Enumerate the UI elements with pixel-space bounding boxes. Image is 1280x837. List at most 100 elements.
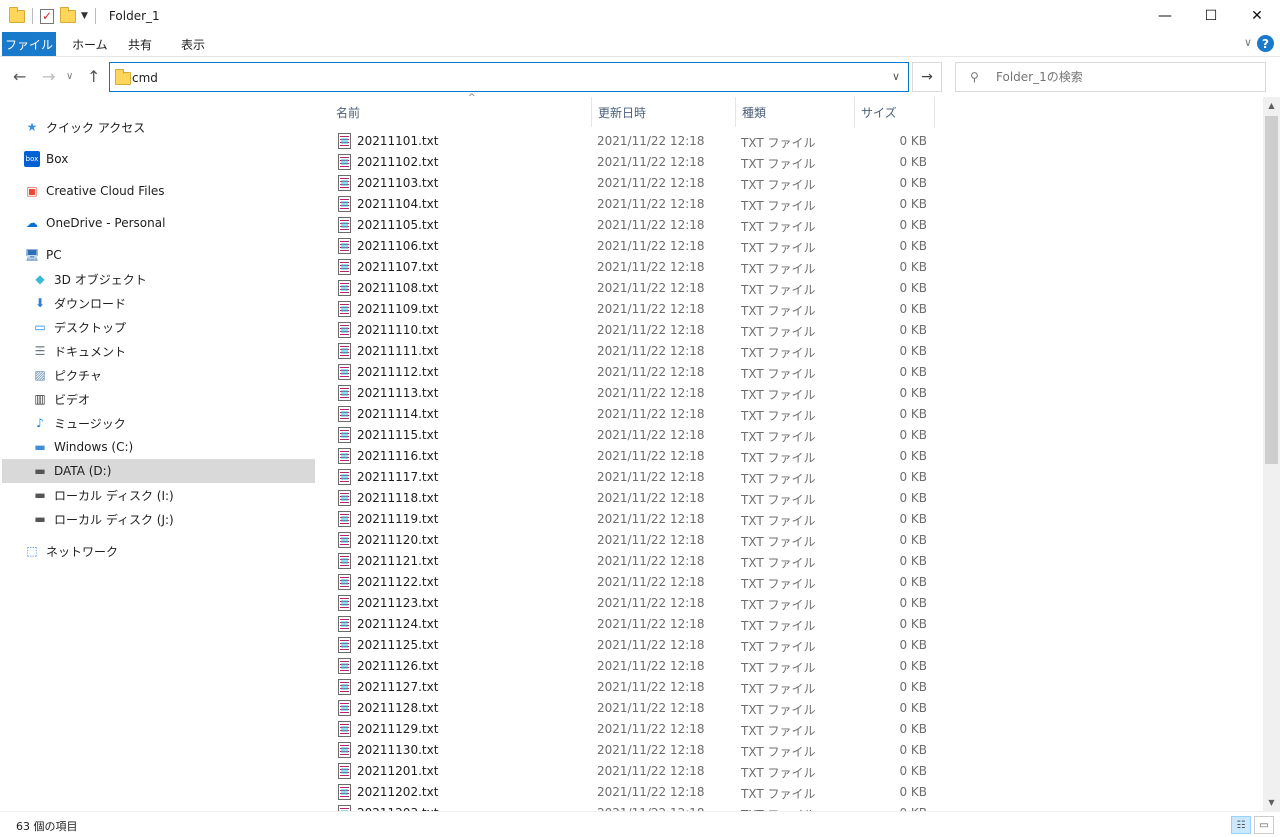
tab-home[interactable]: ホーム [72,32,108,56]
file-type: TXT ファイル [741,556,816,570]
file-row[interactable]: 20211114.txt 2021/11/22 12:18 TXT ファイル 0 KB [318,403,1263,424]
maximize-button[interactable]: ☐ [1188,0,1234,32]
file-row[interactable]: 20211109.txt 2021/11/22 12:18 TXT ファイル 0 KB [318,298,1263,319]
column-header-size[interactable]: サイズ [855,97,935,127]
forward-arrow-icon[interactable]: → [42,67,55,86]
vertical-scrollbar[interactable]: ▲ ▼ [1263,97,1280,811]
details-view-icon[interactable]: ☷ [1231,816,1251,834]
search-box[interactable]: ⚲ [955,62,1266,92]
file-name: 20211123.txt [357,596,439,610]
file-row[interactable]: 20211104.txt 2021/11/22 12:18 TXT ファイル 0 KB [318,193,1263,214]
file-row[interactable]: 20211108.txt 2021/11/22 12:18 TXT ファイル 0 KB [318,277,1263,298]
file-size: 0 KB [899,323,927,337]
column-header-date[interactable]: 更新日時 [592,97,736,127]
file-row[interactable]: 20211122.txt 2021/11/22 12:18 TXT ファイル 0 KB [318,571,1263,592]
file-row[interactable]: 20211202.txt 2021/11/22 12:18 TXT ファイル 0 KB [318,781,1263,802]
go-button[interactable]: → [912,62,942,92]
text-file-icon [338,217,351,233]
file-row[interactable]: 20211124.txt 2021/11/22 12:18 TXT ファイル 0 KB [318,613,1263,634]
tab-file[interactable]: ファイル [2,32,56,56]
file-row[interactable]: 20211105.txt 2021/11/22 12:18 TXT ファイル 0 KB [318,214,1263,235]
sidebar-item[interactable]: ☰ ドキュメント [2,339,315,363]
large-icons-view-icon[interactable]: ▭ [1254,816,1274,834]
file-name: 20211116.txt [357,449,439,463]
file-name-cell: 20211102.txt [338,154,438,170]
file-row[interactable]: 20211112.txt 2021/11/22 12:18 TXT ファイル 0 KB [318,361,1263,382]
file-row[interactable]: 20211127.txt 2021/11/22 12:18 TXT ファイル 0 KB [318,676,1263,697]
tab-share[interactable]: 共有 [128,32,152,56]
properties-check-icon[interactable]: ✓ [40,8,54,24]
up-arrow-icon[interactable]: ↑ [87,67,100,86]
new-folder-icon[interactable] [60,6,76,23]
column-header-name[interactable]: 名前 ^ [330,93,592,127]
recent-locations-chevron-icon[interactable]: ∨ [66,71,73,82]
sidebar-item[interactable]: ▬ DATA (D:) [2,459,315,483]
sidebar-item[interactable]: ⬇ ダウンロード [2,291,315,315]
file-name-cell: 20211124.txt [338,616,438,632]
expand-ribbon-chevron-icon[interactable]: ∨ [1244,36,1252,49]
file-type: TXT ファイル [741,157,816,171]
file-row[interactable]: 20211201.txt 2021/11/22 12:18 TXT ファイル 0 KB [318,760,1263,781]
file-row[interactable]: 20211115.txt 2021/11/22 12:18 TXT ファイル 0 KB [318,424,1263,445]
customize-toolbar-dropdown-icon[interactable]: ▼ [81,11,88,21]
file-row[interactable]: 20211118.txt 2021/11/22 12:18 TXT ファイル 0 KB [318,487,1263,508]
file-row[interactable]: 20211120.txt 2021/11/22 12:18 TXT ファイル 0 KB [318,529,1263,550]
column-header-type[interactable]: 種類 [736,97,855,127]
file-row[interactable]: 20211111.txt 2021/11/22 12:18 TXT ファイル 0 KB [318,340,1263,361]
search-input[interactable] [996,70,1256,84]
address-input[interactable] [132,69,872,87]
file-name-cell: 20211123.txt [338,595,438,611]
sidebar-item[interactable]: ▨ ピクチャ [2,363,315,387]
file-row[interactable]: 20211119.txt 2021/11/22 12:18 TXT ファイル 0 KB [318,508,1263,529]
file-row[interactable]: 20211101.txt 2021/11/22 12:18 TXT ファイル 0 KB [318,130,1263,151]
file-name-cell: 20211119.txt [338,511,438,527]
file-size: 0 KB [899,344,927,358]
file-row[interactable]: 20211125.txt 2021/11/22 12:18 TXT ファイル 0 KB [318,634,1263,655]
scroll-down-arrow-icon[interactable]: ▼ [1263,794,1280,811]
file-row[interactable]: 20211128.txt 2021/11/22 12:18 TXT ファイル 0 KB [318,697,1263,718]
file-size: 0 KB [899,638,927,652]
sidebar-item[interactable]: ▥ ビデオ [2,387,315,411]
file-row[interactable]: 20211116.txt 2021/11/22 12:18 TXT ファイル 0 KB [318,445,1263,466]
address-bar[interactable]: ∨ [109,62,909,92]
file-name-cell: 20211108.txt [338,280,438,296]
file-row[interactable]: 20211123.txt 2021/11/22 12:18 TXT ファイル 0 KB [318,592,1263,613]
file-row[interactable]: 20211110.txt 2021/11/22 12:18 TXT ファイル 0 KB [318,319,1263,340]
scroll-up-arrow-icon[interactable]: ▲ [1263,97,1280,114]
file-row[interactable]: 20211126.txt 2021/11/22 12:18 TXT ファイル 0 KB [318,655,1263,676]
file-type: TXT ファイル [741,493,816,507]
file-row[interactable]: 20211121.txt 2021/11/22 12:18 TXT ファイル 0 KB [318,550,1263,571]
back-arrow-icon[interactable]: ← [13,67,26,86]
sidebar-item[interactable]: ▣ Creative Cloud Files [2,179,315,203]
file-row[interactable]: 20211106.txt 2021/11/22 12:18 TXT ファイル 0 KB [318,235,1263,256]
sidebar-item[interactable]: ▭ デスクトップ [2,315,315,339]
sidebar-item[interactable]: ☁ OneDrive - Personal [2,211,315,235]
minimize-button[interactable]: — [1142,0,1188,32]
sidebar-item[interactable]: ▬ ローカル ディスク (I:) [2,483,315,507]
file-row[interactable]: 20211117.txt 2021/11/22 12:18 TXT ファイル 0 KB [318,466,1263,487]
sidebar-item[interactable]: ★ クイック アクセス [2,115,315,139]
sidebar-item[interactable]: ♪ ミュージック [2,411,315,435]
file-row[interactable]: 20211103.txt 2021/11/22 12:18 TXT ファイル 0 KB [318,172,1263,193]
address-history-chevron-icon[interactable]: ∨ [892,70,900,83]
file-size: 0 KB [899,197,927,211]
text-file-icon [338,595,351,611]
file-row[interactable]: 20211113.txt 2021/11/22 12:18 TXT ファイル 0 KB [318,382,1263,403]
sidebar-item[interactable]: 🖥 PC [2,243,315,267]
file-row[interactable]: 20211102.txt 2021/11/22 12:18 TXT ファイル 0 KB [318,151,1263,172]
file-row[interactable]: 20211203.txt2021/11/22 12:18TXT ファイル0 KB [318,802,1263,811]
tab-view[interactable]: 表示 [181,32,205,56]
file-row[interactable]: 20211107.txt 2021/11/22 12:18 TXT ファイル 0 KB [318,256,1263,277]
sidebar-item[interactable]: ▬ Windows (C:) [2,435,315,459]
scrollbar-thumb[interactable] [1265,116,1278,464]
file-type: TXT ファイル [741,220,816,234]
file-row[interactable]: 20211129.txt 2021/11/22 12:18 TXT ファイル 0 KB [318,718,1263,739]
close-button[interactable]: ✕ [1234,0,1280,32]
sidebar-item[interactable]: ⬚ ネットワーク [2,539,315,563]
sidebar-item[interactable]: ◆ 3D オブジェクト [2,267,315,291]
file-name: 20211118.txt [357,491,439,505]
file-row[interactable]: 20211130.txt 2021/11/22 12:18 TXT ファイル 0 KB [318,739,1263,760]
sidebar-item[interactable]: box Box [2,147,315,171]
sidebar-item[interactable]: ▬ ローカル ディスク (J:) [2,507,315,531]
help-icon[interactable]: ? [1257,35,1274,52]
